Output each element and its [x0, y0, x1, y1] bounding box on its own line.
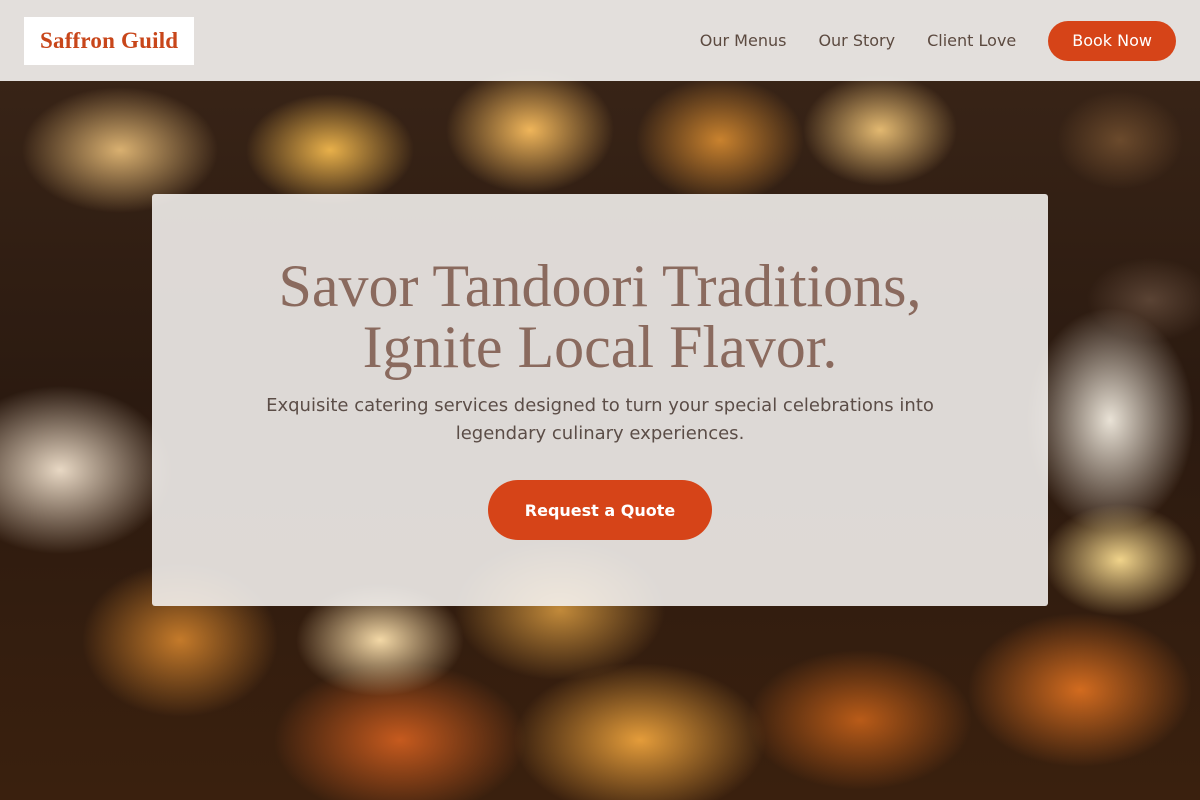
- request-quote-button[interactable]: Request a Quote: [488, 480, 712, 540]
- main-nav: Our Menus Our Story Client Love Book Now: [668, 20, 1176, 61]
- hero-subtitle: Exquisite catering services designed to …: [266, 395, 934, 444]
- hero-title-line-1: Savor Tandoori Traditions,: [278, 253, 922, 319]
- logo[interactable]: Saffron Guild: [24, 16, 195, 65]
- hero-title: Savor Tandoori Traditions, Ignite Local …: [220, 256, 980, 378]
- site-header: Saffron Guild Our Menus Our Story Client…: [0, 0, 1200, 81]
- book-now-button[interactable]: Book Now: [1048, 20, 1176, 61]
- nav-link-our-story[interactable]: Our Story: [818, 31, 895, 50]
- nav-link-our-menus[interactable]: Our Menus: [700, 31, 787, 50]
- hero-title-line-2: Ignite Local Flavor.: [362, 314, 838, 380]
- hero-card: Savor Tandoori Traditions, Ignite Local …: [152, 194, 1048, 606]
- logo-text: Saffron Guild: [40, 27, 179, 53]
- nav-link-client-love[interactable]: Client Love: [927, 31, 1016, 50]
